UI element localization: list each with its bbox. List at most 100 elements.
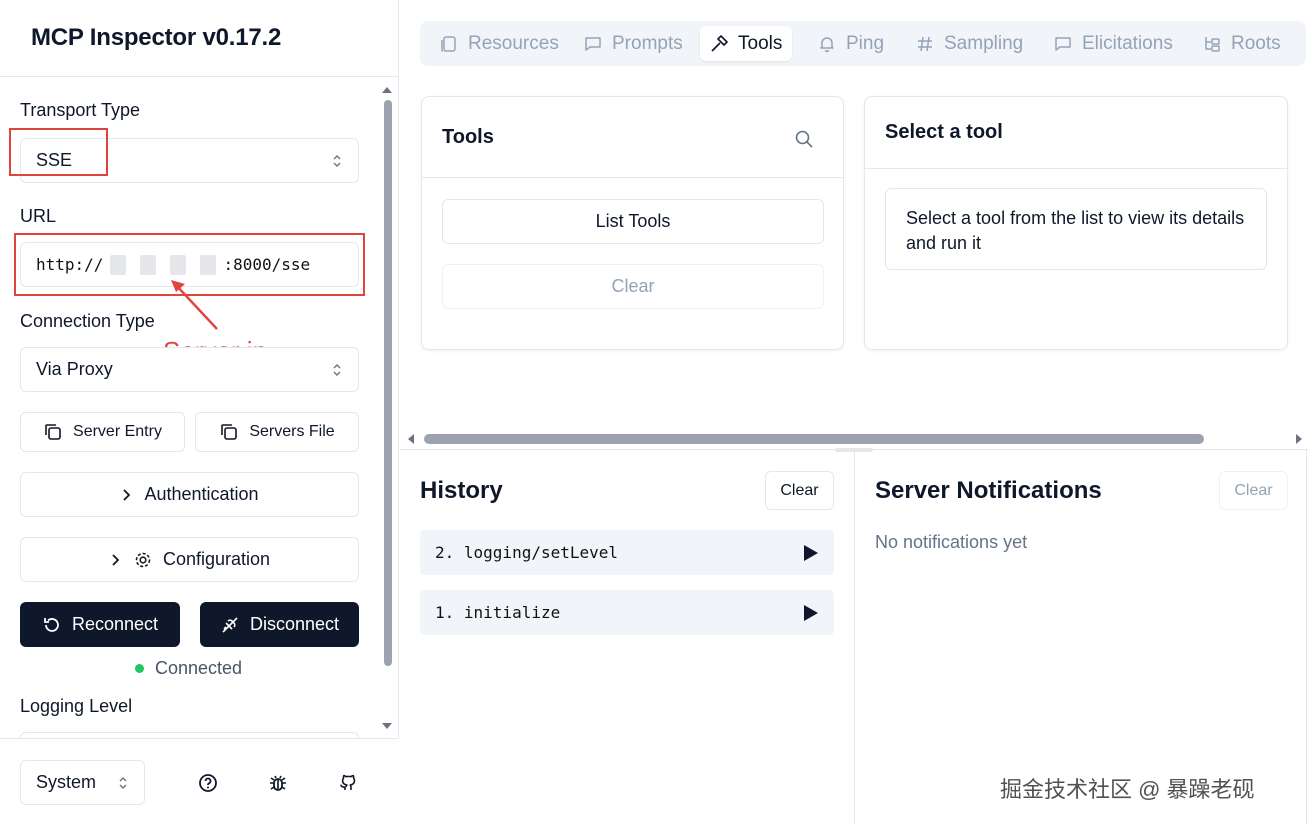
notifications-empty-text: No notifications yet (875, 532, 1028, 552)
server-entry-label: Server Entry (73, 423, 162, 440)
sidebar-scroll-area: Transport Type SSE URL http:// :8000/sse… (0, 78, 399, 738)
sidebar-header: MCP Inspector v0.17.2 (0, 0, 399, 77)
history-clear-label: Clear (780, 481, 819, 499)
reconnect-label: Reconnect (71, 614, 159, 634)
app-title: MCP Inspector v0.17.2 (31, 24, 282, 51)
tab-label: Ping (846, 32, 885, 54)
gear-icon (135, 552, 151, 567)
bell-icon (820, 36, 834, 52)
scroll-left-arrow-icon[interactable] (406, 433, 416, 445)
message-square-icon (1055, 36, 1071, 51)
tab-label: Roots (1231, 32, 1281, 54)
chevrons-up-down-icon (333, 155, 341, 167)
message-icon (585, 36, 601, 51)
logging-level-label: Logging Level (20, 696, 133, 716)
tab-prompts[interactable]: Prompts (574, 26, 693, 61)
clear-tools-label: Clear (611, 276, 655, 296)
chevron-right-icon (123, 488, 131, 501)
clear-tools-button[interactable]: Clear (442, 264, 824, 309)
play-icon[interactable] (804, 605, 818, 621)
tab-resources[interactable]: Resources (430, 26, 569, 61)
servers-file-button[interactable]: Servers File (195, 412, 359, 452)
connection-type-label: Connection Type (20, 311, 155, 331)
help-icon[interactable] (197, 772, 219, 794)
notifications-title: Server Notifications (875, 477, 1102, 504)
tab-sampling[interactable]: Sampling (906, 26, 1033, 61)
scroll-right-arrow-icon[interactable] (1294, 433, 1304, 445)
history-item-label: 2. logging/setLevel (435, 543, 619, 562)
configuration-label: Configuration (162, 549, 271, 569)
list-tools-button[interactable]: List Tools (442, 199, 824, 244)
history-clear-button[interactable]: Clear (765, 471, 834, 510)
connection-status-text: Connected (155, 658, 243, 678)
right-edge (1306, 450, 1307, 824)
list-tools-label: List Tools (595, 211, 671, 231)
tab-ping[interactable]: Ping (808, 26, 894, 61)
divider (422, 177, 843, 178)
history-item[interactable]: 2. logging/setLevel (420, 530, 834, 575)
history-item[interactable]: 1. initialize (420, 590, 834, 635)
authentication-label: Authentication (144, 484, 259, 504)
authentication-button[interactable]: Authentication (20, 472, 359, 517)
sidebar: MCP Inspector v0.17.2 Transport Type SSE… (0, 0, 399, 824)
scroll-up-arrow-icon[interactable] (381, 85, 393, 95)
server-entry-button[interactable]: Server Entry (20, 412, 185, 452)
tab-label: Elicitations (1082, 32, 1173, 54)
tab-label: Prompts (612, 32, 683, 54)
unplug-icon (222, 616, 238, 633)
tab-label: Resources (468, 32, 559, 54)
tab-label: Tools (738, 32, 783, 54)
divider (865, 168, 1287, 169)
play-icon[interactable] (804, 545, 818, 561)
search-icon[interactable] (794, 129, 814, 149)
bug-icon[interactable] (267, 772, 289, 794)
connection-type-value: Via Proxy (36, 359, 113, 379)
watermark: 掘金技术社区 @ 暴躁老砚 (1000, 777, 1255, 802)
hammer-icon (711, 34, 728, 52)
github-icon[interactable] (337, 772, 359, 794)
tools-panel: Tools List Tools Clear (421, 96, 844, 350)
annotation-arrow-icon (171, 280, 218, 330)
tab-elicitations[interactable]: Elicitations (1044, 26, 1183, 61)
tools-panel-title: Tools (442, 126, 494, 148)
sidebar-scroll-thumb[interactable] (384, 100, 392, 666)
theme-value: System (36, 772, 97, 792)
tab-bar: Resources Prompts Tools Ping Sampling El… (420, 21, 1306, 66)
sidebar-footer: System (0, 738, 399, 824)
tab-roots[interactable]: Roots (1193, 26, 1291, 61)
hash-icon (918, 36, 932, 51)
tool-detail-panel: Select a tool Select a tool from the lis… (864, 96, 1288, 350)
disconnect-label: Disconnect (249, 614, 340, 634)
status-dot (135, 664, 144, 673)
tool-detail-message: Select a tool from the list to view its … (906, 208, 1245, 253)
connection-type-select[interactable]: Via Proxy (20, 347, 359, 392)
file-icon (441, 35, 456, 52)
copy-icon (45, 424, 61, 440)
tool-detail-title: Select a tool (885, 121, 1003, 143)
tab-label: Sampling (944, 32, 1024, 54)
tool-detail-message-box: Select a tool from the list to view its … (885, 188, 1267, 270)
notifications-clear-button[interactable]: Clear (1219, 471, 1288, 510)
disconnect-button[interactable]: Disconnect (200, 602, 359, 647)
history-title: History (420, 477, 503, 504)
vertical-divider (854, 450, 855, 824)
chevrons-up-down-icon (333, 364, 341, 376)
chevrons-up-down-icon (119, 777, 127, 789)
configuration-button[interactable]: Configuration (20, 537, 359, 582)
reconnect-button[interactable]: Reconnect (20, 602, 180, 647)
theme-select[interactable]: System (20, 760, 145, 805)
scroll-down-arrow-icon[interactable] (381, 721, 393, 731)
servers-file-label: Servers File (249, 423, 335, 440)
url-label: URL (20, 206, 57, 226)
history-item-label: 1. initialize (435, 603, 561, 622)
tab-tools[interactable]: Tools (700, 26, 793, 61)
folder-tree-icon (1205, 36, 1220, 52)
notifications-clear-label: Clear (1234, 481, 1273, 499)
rotate-ccw-icon (44, 617, 59, 632)
transport-type-label: Transport Type (20, 100, 141, 120)
main-scroll-thumb[interactable] (424, 434, 1204, 444)
annotation-box-transport (9, 128, 108, 176)
connection-status: Connected (135, 658, 242, 679)
chevron-right-icon (112, 553, 120, 566)
copy-icon (221, 424, 238, 440)
